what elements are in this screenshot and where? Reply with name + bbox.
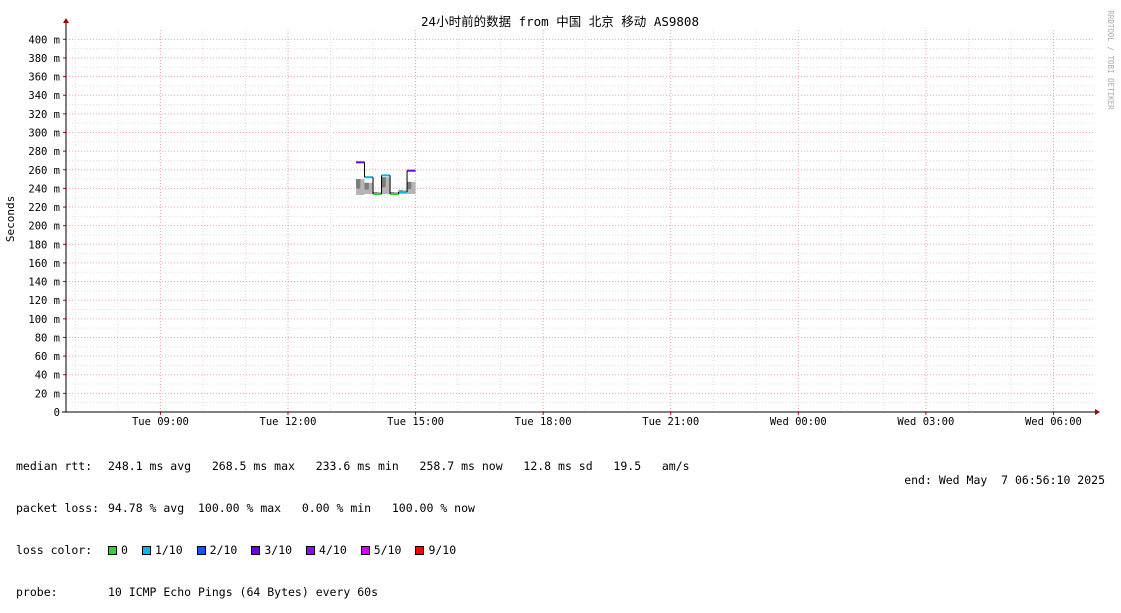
- y-tick-label: 100 m: [28, 314, 60, 326]
- x-tick-label: Wed 06:00: [1025, 416, 1082, 428]
- smoke-core: [381, 177, 386, 188]
- y-tick-label: 320 m: [28, 109, 60, 121]
- packet-loss-row: packet loss: 94.78 % avg 100.00 % max 0.…: [16, 501, 690, 515]
- y-tick-label: 340 m: [28, 90, 60, 102]
- median-rtt-values: 248.1 ms avg 268.5 ms max 233.6 ms min 2…: [108, 459, 690, 473]
- y-axis-arrow: [63, 18, 69, 23]
- smoke-core: [407, 181, 412, 190]
- x-tick-label: Wed 00:00: [770, 416, 827, 428]
- y-tick-label: 360 m: [28, 72, 60, 84]
- loss-color-swatch: [360, 545, 370, 555]
- loss-color-text: 1/10: [154, 543, 183, 557]
- y-tick-label: 60 m: [35, 351, 60, 363]
- y-tick-label: 220 m: [28, 202, 60, 214]
- y-tick-label: 80 m: [35, 332, 60, 344]
- loss-color-item: 5/10: [360, 543, 402, 557]
- chart-ticks: 0 20 m 40 m 60 m 80 m 100 m 120 m 140 m 160 m 180…: [28, 34, 1082, 428]
- loss-color-item: 9/10: [415, 543, 456, 557]
- y-tick-label: 200 m: [28, 221, 60, 233]
- x-tick-label: Tue 12:00: [260, 416, 317, 428]
- y-tick-label: 160 m: [28, 258, 60, 270]
- loss-color-item: 4/10: [306, 543, 347, 557]
- loss-color-item: 1/10: [141, 543, 183, 557]
- x-tick-label: Wed 03:00: [897, 416, 954, 428]
- y-axis-label: Seconds: [4, 196, 17, 242]
- chart-marks: [356, 161, 416, 195]
- y-tick-label: 140 m: [28, 277, 60, 289]
- x-tick-label: Tue 09:00: [132, 416, 189, 428]
- x-tick-label: Tue 15:00: [387, 416, 444, 428]
- y-tick-label: 0: [54, 407, 60, 419]
- loss-color-text: 0: [121, 543, 128, 557]
- loss-color-text: 5/10: [373, 543, 402, 557]
- y-tick-label: 400 m: [28, 34, 60, 46]
- chart-axes: [62, 18, 1100, 415]
- y-tick-label: 180 m: [28, 239, 60, 251]
- loss-color-text: 9/10: [428, 543, 457, 557]
- y-tick-label: 120 m: [28, 295, 60, 307]
- loss-color-item: 3/10: [251, 543, 292, 557]
- loss-color-text: 3/10: [264, 543, 293, 557]
- latency-chart: 0 20 m 40 m 60 m 80 m 100 m 120 m 140 m 160 m 180…: [4, 10, 1115, 428]
- loss-color-swatch: [251, 545, 261, 555]
- loss-color-list: 0 1/10 2/10 3/10 4/10 5/10 9/10: [108, 543, 470, 557]
- y-tick-label: 300 m: [28, 127, 60, 139]
- median-rtt-row: median rtt: 248.1 ms avg 268.5 ms max 23…: [16, 459, 690, 473]
- y-tick-label: 380 m: [28, 53, 60, 65]
- y-tick-label: 20 m: [35, 388, 60, 400]
- loss-color-swatch: [306, 545, 316, 555]
- loss-color-swatch: [196, 545, 206, 555]
- smoke-core: [364, 182, 369, 190]
- loss-color-item: 2/10: [196, 543, 238, 557]
- loss-color-row: loss color: 0 1/10 2/10 3/10 4/10 5/10 9/10: [16, 543, 690, 557]
- x-tick-label: Tue 21:00: [642, 416, 699, 428]
- rrdtool-watermark: RRDTOOL / TOBI OETIKER: [1106, 10, 1115, 110]
- loss-color-text: 2/10: [209, 543, 238, 557]
- chart-title: 24小时前的数据 from 中国 北京 移动 AS9808: [421, 14, 699, 29]
- y-tick-label: 40 m: [35, 370, 60, 382]
- loss-color-label: loss color:: [16, 543, 93, 557]
- packet-loss-label: packet loss:: [16, 501, 100, 515]
- probe-value: 10 ICMP Echo Pings (64 Bytes) every 60s: [108, 585, 379, 599]
- x-axis-arrow: [1095, 409, 1100, 415]
- probe-label: probe:: [16, 585, 58, 599]
- y-tick-label: 240 m: [28, 183, 60, 195]
- probe-row: probe: 10 ICMP Echo Pings (64 Bytes) eve…: [16, 585, 690, 599]
- y-tick-label: 260 m: [28, 165, 60, 177]
- loss-color-text: 4/10: [319, 543, 347, 557]
- x-tick-label: Tue 18:00: [515, 416, 572, 428]
- end-time: end: Wed May 7 06:56:10 2025: [904, 473, 1105, 487]
- loss-color-item: 0: [108, 543, 128, 557]
- loss-color-swatch: [415, 545, 425, 555]
- loss-color-swatch: [141, 545, 151, 555]
- legend: median rtt: 248.1 ms avg 268.5 ms max 23…: [16, 431, 690, 613]
- smoke-core: [356, 179, 361, 189]
- packet-loss-values: 94.78 % avg 100.00 % max 0.00 % min 100.…: [108, 501, 475, 515]
- y-tick-label: 280 m: [28, 146, 60, 158]
- loss-color-swatch: [108, 545, 117, 555]
- median-rtt-label: median rtt:: [16, 459, 93, 473]
- chart-grid: [66, 30, 1093, 412]
